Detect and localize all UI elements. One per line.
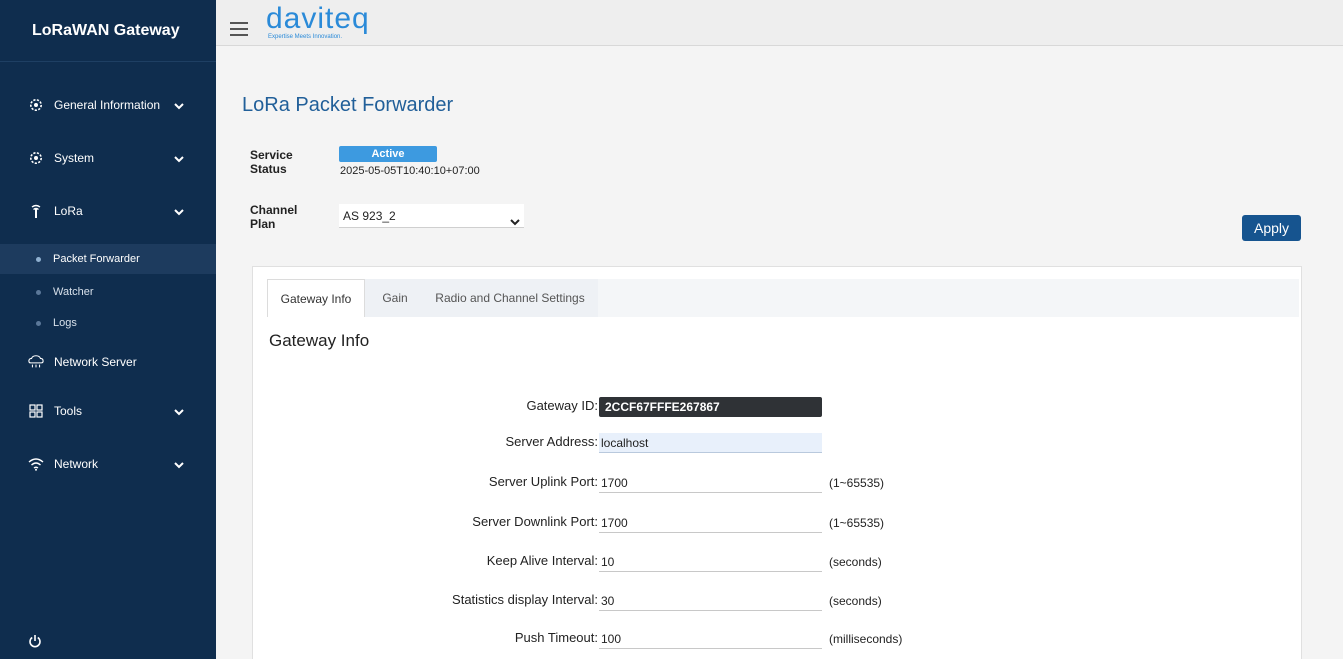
antenna-icon [28, 203, 44, 219]
settings-card: Gateway Info Gain Radio and Channel Sett… [252, 266, 1302, 659]
gear-icon [28, 97, 44, 113]
stats-interval-unit: (seconds) [829, 594, 882, 608]
gateway-id-label: Gateway ID: [526, 398, 598, 413]
downlink-port-label: Server Downlink Port: [472, 514, 598, 529]
keep-alive-input[interactable]: 10 [599, 552, 822, 572]
sidebar-item-general-information[interactable]: General Information [0, 87, 216, 123]
app-title: LoRaWAN Gateway [0, 0, 216, 62]
status-badge: Active [339, 146, 437, 162]
stats-interval-input[interactable]: 30 [599, 591, 822, 611]
sidebar-item-label: Tools [54, 404, 83, 418]
push-timeout-unit: (milliseconds) [829, 632, 903, 646]
push-timeout-label: Push Timeout: [514, 630, 598, 645]
keep-alive-label: Keep Alive Interval: [486, 553, 598, 568]
sidebar-subitem-label: Watcher [53, 286, 94, 298]
sidebar-item-network-server[interactable]: Network Server [0, 344, 216, 380]
grid-icon [28, 403, 44, 419]
status-timestamp: 2025-05-05T10:40:10+07:00 [340, 165, 480, 177]
channel-plan-label: Channel Plan [250, 203, 297, 231]
tabs-bar-filler [598, 279, 1299, 317]
sidebar-subitem-label: Logs [53, 317, 77, 329]
sidebar-item-packet-forwarder[interactable]: Packet Forwarder [0, 244, 216, 274]
daviteq-logo: daviteq Expertise Meets Innovation. [266, 2, 370, 41]
page-title: LoRa Packet Forwarder [242, 94, 454, 116]
chevron-down-icon [510, 210, 520, 234]
bullet-dot-icon [36, 289, 41, 295]
topbar: daviteq Expertise Meets Innovation. [216, 0, 1343, 46]
channel-plan-label-line2: Plan [250, 217, 276, 231]
stats-interval-label: Statistics display Interval: [452, 592, 598, 607]
chevron-down-icon [174, 405, 184, 419]
uplink-port-label: Server Uplink Port: [488, 474, 598, 489]
tab-gateway-info[interactable]: Gateway Info [267, 279, 365, 317]
wifi-icon [28, 456, 44, 472]
hamburger-menu-icon[interactable] [230, 22, 248, 39]
sidebar-item-label: System [54, 151, 95, 165]
apply-button[interactable]: Apply [1242, 215, 1301, 241]
sidebar-item-watcher[interactable]: Watcher [0, 277, 216, 307]
sidebar-item-network[interactable]: Network [0, 446, 216, 482]
gateway-id-field[interactable]: 2CCF67FFFE267867 [599, 397, 822, 417]
sidebar-item-lora[interactable]: LoRa [0, 193, 216, 229]
chevron-down-icon [174, 99, 184, 113]
sidebar-item-system[interactable]: System [0, 140, 216, 176]
main-content: LoRa Packet Forwarder Service Status Act… [216, 46, 1343, 659]
server-address-input[interactable]: localhost [599, 433, 822, 453]
sidebar-item-logs[interactable]: Logs [0, 308, 216, 338]
service-status-label-line1: Service [250, 148, 293, 162]
tab-radio-channel-settings[interactable]: Radio and Channel Settings [427, 279, 593, 317]
bullet-dot-icon [36, 256, 41, 262]
logo-text: daviteq [266, 2, 370, 35]
sidebar-item-label: General Information [54, 98, 161, 112]
channel-plan-value: AS 923_2 [343, 209, 396, 223]
chevron-down-icon [174, 205, 184, 219]
chevron-down-icon [174, 458, 184, 472]
service-status-label-line2: Status [250, 162, 287, 176]
uplink-port-unit: (1~65535) [829, 476, 885, 490]
channel-plan-select[interactable]: AS 923_2 [339, 204, 524, 228]
server-address-label: Server Address: [505, 434, 599, 449]
sidebar-subitem-label: Packet Forwarder [53, 253, 140, 265]
sidebar-item-label: Network [54, 457, 99, 471]
sidebar-item-label: LoRa [54, 204, 83, 218]
gear-icon [28, 150, 44, 166]
sidebar-item-tools[interactable]: Tools [0, 393, 216, 429]
downlink-port-unit: (1~65535) [829, 516, 885, 530]
push-timeout-input[interactable]: 100 [599, 629, 822, 649]
downlink-port-input[interactable]: 1700 [599, 513, 822, 533]
channel-plan-label-line1: Channel [250, 203, 298, 217]
tab-gain[interactable]: Gain [371, 279, 419, 317]
sidebar-item-label: Network Server [54, 355, 137, 369]
uplink-port-input[interactable]: 1700 [599, 473, 822, 493]
chevron-down-icon [174, 152, 184, 166]
service-status-label: Service Status [250, 148, 293, 176]
sidebar: LoRaWAN Gateway General Information Syst… [0, 0, 216, 659]
cloud-server-icon [28, 354, 44, 370]
keep-alive-unit: (seconds) [829, 555, 882, 569]
tabs-bar: Gateway Info Gain Radio and Channel Sett… [267, 279, 1299, 317]
bullet-dot-icon [36, 320, 41, 326]
power-icon[interactable] [28, 634, 42, 651]
section-title: Gateway Info [269, 331, 370, 350]
